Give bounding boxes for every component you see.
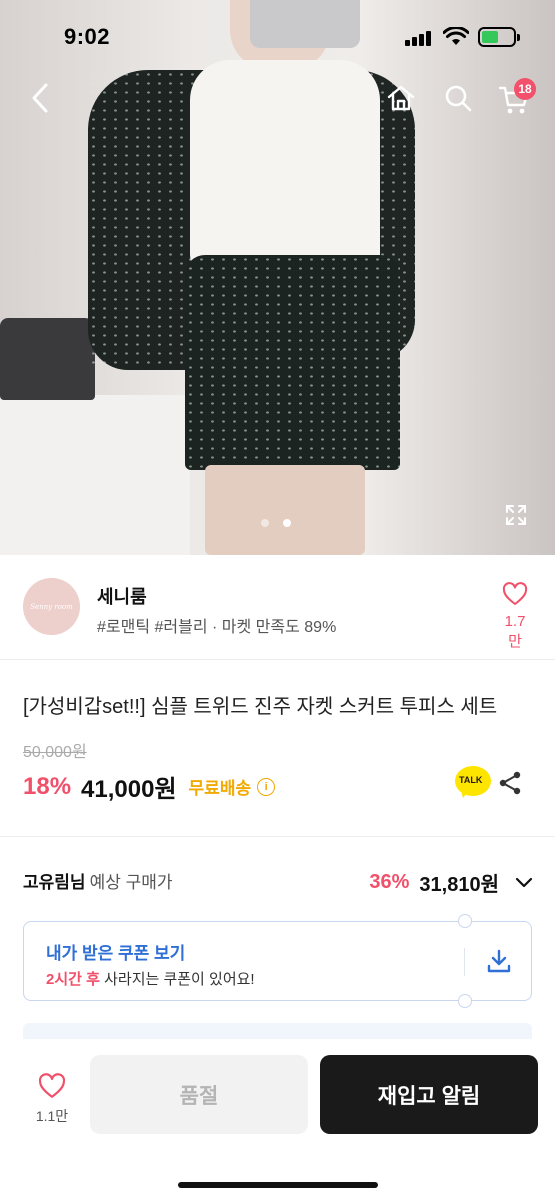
coupon-highlight: 2시간 후 — [46, 971, 100, 988]
home-button[interactable] — [381, 78, 421, 118]
share-button[interactable] — [497, 770, 523, 801]
status-bar: 9:02 — [0, 0, 555, 75]
search-button[interactable] — [438, 78, 478, 118]
pager-dot-active — [283, 519, 291, 527]
coupon-card[interactable]: 내가 받은 쿠폰 보기 2시간 후 사라지는 쿠폰이 있어요! — [23, 914, 532, 1008]
expected-price-row[interactable]: 고유림님 예상 구매가 36% 31,810원 — [23, 868, 533, 896]
heart-icon — [38, 1073, 66, 1098]
next-section-preview — [23, 1023, 532, 1039]
home-icon — [387, 85, 415, 111]
store-like-count: 1.7만 — [504, 613, 526, 650]
kakaotalk-share-button[interactable]: TALK — [455, 766, 491, 800]
search-icon — [445, 85, 472, 112]
seller-tags: #로맨틱 #러블리 · 마켓 만족도 89% — [97, 619, 337, 636]
home-indicator — [178, 1182, 378, 1188]
talk-label: TALK — [459, 775, 483, 785]
seller-avatar[interactable]: Senny room — [23, 578, 80, 635]
seller-name[interactable]: 세니룸 — [97, 583, 147, 609]
wifi-icon — [443, 27, 469, 45]
expand-icon — [506, 505, 526, 525]
image-table — [0, 395, 190, 555]
product-title: [가성비갑set!!] 심플 트위드 진주 자켓 스커트 투피스 세트 — [23, 696, 498, 718]
chevron-down-icon[interactable] — [515, 877, 533, 889]
share-icon — [499, 771, 521, 795]
status-time: 9:02 — [64, 24, 111, 49]
avatar-logo-text: Senny room — [30, 602, 73, 611]
seller-section[interactable]: Senny room 세니룸 #로맨틱 #러블리 · 마켓 만족도 89% 1.… — [0, 555, 555, 660]
expected-discount: 36% — [369, 871, 410, 893]
price-row: 18% 41,000원 무료배송 i — [23, 769, 276, 804]
image-handbag — [0, 318, 95, 400]
coupon-download-button[interactable] — [485, 947, 513, 980]
free-shipping-label: 무료배송 — [188, 779, 252, 798]
coupon-desc-text: 사라지는 쿠폰이 있어요! — [99, 971, 255, 988]
coupon-notch-bottom — [458, 994, 472, 1008]
image-skirt — [185, 255, 400, 470]
restock-alert-button[interactable]: 재입고 알림 — [320, 1055, 538, 1134]
gallery-pager — [261, 519, 291, 527]
section-divider — [0, 836, 555, 837]
info-icon[interactable]: i — [257, 777, 276, 796]
product-like-button[interactable]: 1.1만 — [30, 1073, 74, 1126]
fullscreen-button[interactable] — [496, 495, 536, 535]
product-like-count: 1.1만 — [35, 1108, 69, 1124]
chevron-left-icon — [32, 83, 48, 113]
battery-icon — [478, 27, 520, 47]
download-icon — [487, 949, 511, 973]
expected-price: 31,810원 — [419, 874, 499, 896]
image-legs — [205, 465, 365, 555]
user-name: 고유림님 — [23, 873, 86, 892]
soldout-button: 품절 — [90, 1055, 308, 1134]
original-price: 50,000원 — [23, 744, 87, 761]
discount-rate: 18% — [23, 772, 72, 800]
expected-price-label: 예상 구매가 — [89, 873, 173, 892]
coupon-title[interactable]: 내가 받은 쿠폰 보기 — [46, 939, 185, 964]
store-like-button[interactable]: 1.7만 — [498, 582, 532, 651]
sale-price: 41,000원 — [81, 776, 177, 803]
signal-icon — [405, 30, 433, 46]
heart-icon — [502, 582, 528, 605]
back-button[interactable] — [20, 78, 60, 118]
pager-dot — [261, 519, 269, 527]
bottom-action-bar: 1.1만 품절 재입고 알림 — [0, 1040, 555, 1200]
image-blouse — [190, 60, 380, 275]
coupon-desc: 2시간 후 사라지는 쿠폰이 있어요! — [46, 968, 255, 989]
coupon-separator — [464, 948, 465, 976]
cart-count-badge: 18 — [514, 78, 536, 100]
coupon-notch-top — [458, 914, 472, 928]
